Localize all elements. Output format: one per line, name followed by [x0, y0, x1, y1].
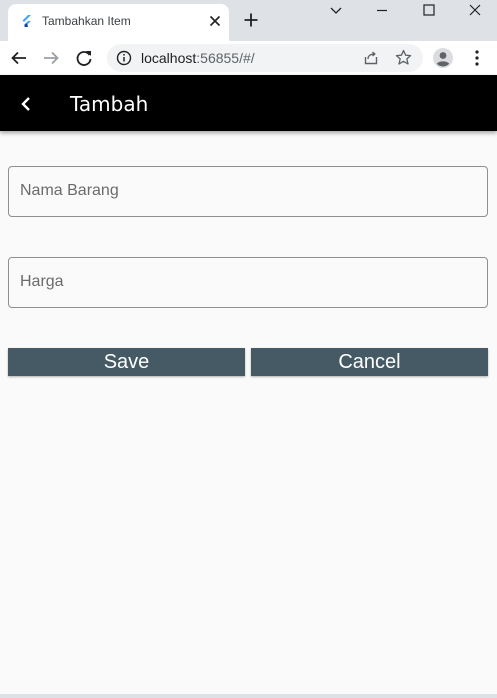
- address-bar[interactable]: localhost:56855/#/: [107, 44, 423, 72]
- reload-icon[interactable]: [73, 47, 95, 69]
- cancel-button[interactable]: Cancel: [251, 348, 488, 376]
- price-field[interactable]: Harga: [8, 257, 488, 308]
- browser-tabstrip: Tambahkan Item: [0, 0, 497, 41]
- share-icon[interactable]: [363, 50, 379, 66]
- item-name-field[interactable]: Nama Barang: [8, 166, 488, 217]
- more-vertical-icon[interactable]: [466, 47, 488, 69]
- save-button[interactable]: Save: [8, 348, 245, 376]
- item-name-placeholder: Nama Barang: [20, 182, 119, 199]
- tab-title: Tambahkan Item: [42, 14, 131, 28]
- status-bar: [0, 694, 497, 698]
- minimize-icon[interactable]: [359, 0, 405, 30]
- browser-toolbar: localhost:56855/#/: [0, 41, 497, 75]
- info-icon[interactable]: [116, 50, 132, 66]
- page-title: Tambah: [70, 92, 149, 116]
- app-bar: Tambah: [0, 75, 497, 131]
- browser-tab[interactable]: Tambahkan Item: [8, 4, 229, 41]
- url-host: localhost: [141, 50, 197, 66]
- arrow-right-icon[interactable]: [40, 47, 62, 69]
- chevron-left-icon[interactable]: [10, 88, 42, 120]
- price-placeholder: Harga: [20, 273, 64, 290]
- url-path: :56855/#/: [196, 50, 255, 66]
- maximize-icon[interactable]: [405, 0, 451, 30]
- plus-icon[interactable]: [243, 12, 259, 28]
- close-icon[interactable]: [207, 13, 223, 29]
- flutter-logo-icon: [22, 15, 31, 27]
- arrow-left-icon[interactable]: [8, 47, 30, 69]
- star-icon[interactable]: [395, 49, 412, 66]
- close-icon[interactable]: [451, 0, 497, 30]
- url-text: localhost:56855/#/: [141, 50, 255, 66]
- chevron-down-icon[interactable]: [313, 0, 359, 30]
- avatar-icon[interactable]: [432, 47, 454, 69]
